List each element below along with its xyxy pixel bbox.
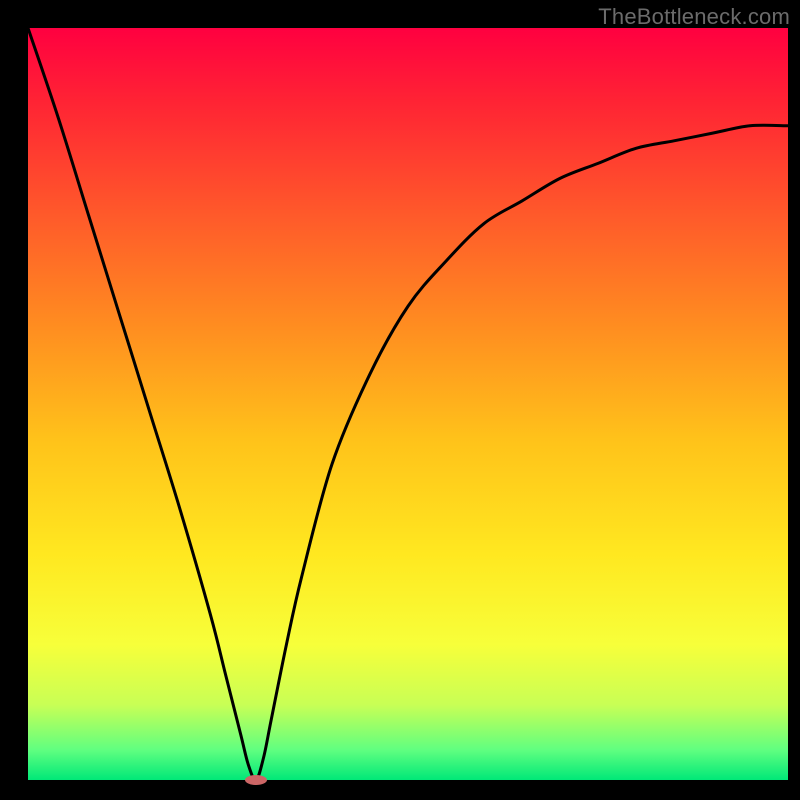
optimum-marker	[245, 775, 267, 785]
bottleneck-chart	[0, 0, 800, 800]
attribution-text: TheBottleneck.com	[598, 4, 790, 30]
chart-stage: TheBottleneck.com	[0, 0, 800, 800]
